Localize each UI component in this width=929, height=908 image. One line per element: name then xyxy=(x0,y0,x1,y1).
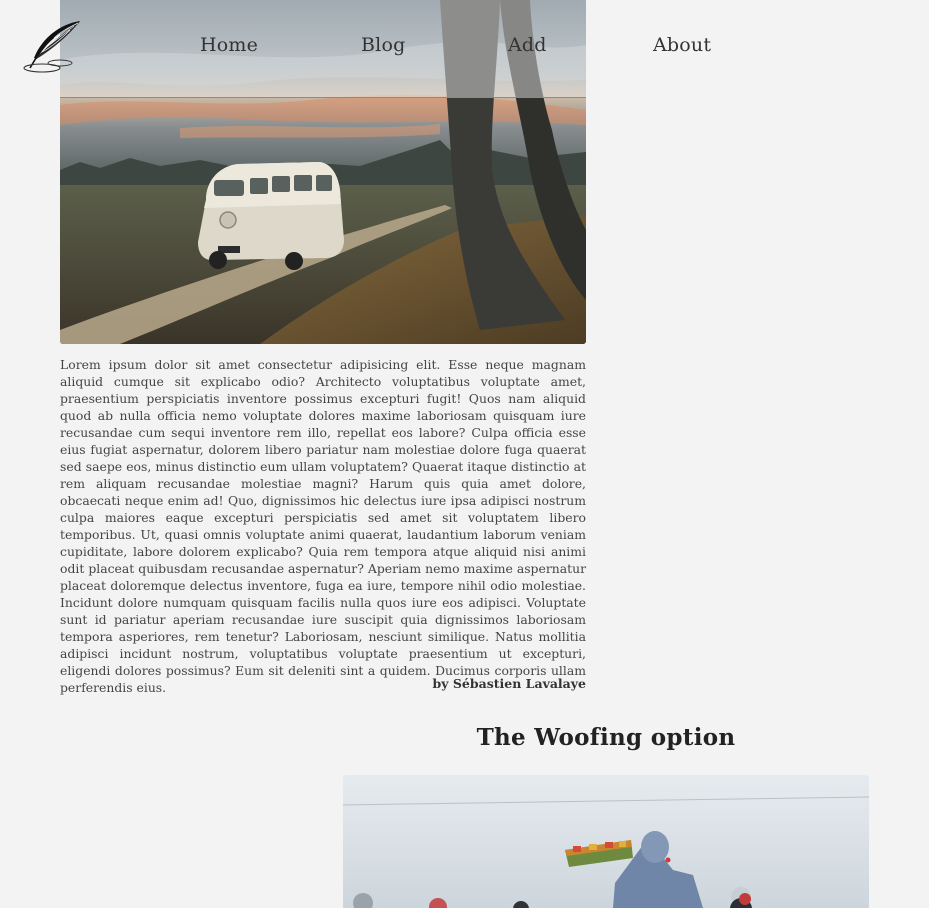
second-article-image xyxy=(343,775,869,908)
nav-about-link[interactable]: About xyxy=(653,34,711,56)
nav-home-link[interactable]: Home xyxy=(200,34,258,56)
feather-quill-icon[interactable] xyxy=(20,18,84,74)
nav-blog-link[interactable]: Blog xyxy=(361,34,405,56)
article-author: by Sébastien Lavalaye xyxy=(432,676,586,691)
nav-add-link[interactable]: Add xyxy=(508,34,547,56)
header-background-right xyxy=(586,0,929,98)
article-body-text: Lorem ipsum dolor sit amet consectetur a… xyxy=(60,357,586,695)
site-header: Home Blog Add About xyxy=(0,0,929,98)
second-article-title: The Woofing option xyxy=(476,724,736,751)
farm-worker-image xyxy=(343,775,869,908)
